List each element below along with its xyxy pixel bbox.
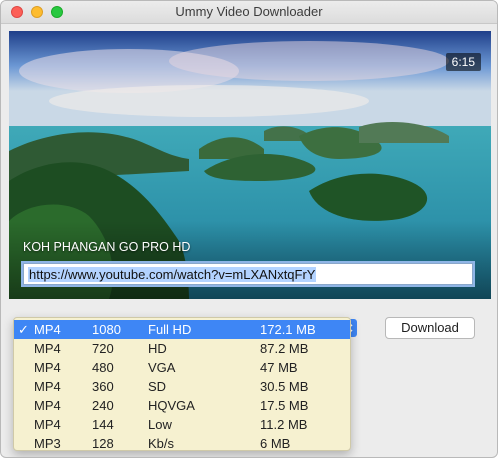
format-size: 47 MB [260,360,298,375]
format-resolution: 128 [92,436,114,451]
format-option-mp3-128[interactable]: MP3 128 Kb/s 6 MB [14,434,350,453]
thumbnail-image [9,31,491,299]
format-option-mp4-480[interactable]: MP4 480 VGA 47 MB [14,358,350,377]
format-option-mp4-240[interactable]: MP4 240 HQVGA 17.5 MB [14,396,350,415]
format-type: MP4 [34,322,61,337]
url-text: https://www.youtube.com/watch?v=mLXANxtq… [28,267,317,282]
format-quality: SD [148,379,167,394]
format-resolution: 144 [92,417,114,432]
format-resolution: 720 [92,341,114,356]
format-type: MP4 [34,341,61,356]
format-option-mp4-720[interactable]: MP4 720 HD 87.2 MB [14,339,350,358]
title-bar[interactable]: Ummy Video Downloader [1,1,497,24]
format-type: MP4 [34,398,61,413]
video-title: KOH PHANGAN GO PRO HD [23,240,191,254]
format-menu: ✓ MP4 1080 Full HD 172.1 MB MP4 720 HD 8… [13,317,351,451]
format-quality: Low [148,417,172,432]
format-size: 6 MB [260,436,291,451]
format-type: MP4 [34,360,61,375]
format-size: 30.5 MB [260,379,309,394]
download-button[interactable]: Download [385,317,475,339]
format-option-mp4-360[interactable]: MP4 360 SD 30.5 MB [14,377,350,396]
checkmark-icon: ✓ [18,322,29,337]
format-type: MP4 [34,417,61,432]
format-quality: HD [148,341,167,356]
format-resolution: 360 [92,379,114,394]
format-size: 17.5 MB [260,398,309,413]
format-quality: VGA [148,360,176,375]
format-option-mp4-1080[interactable]: ✓ MP4 1080 Full HD 172.1 MB [14,320,350,339]
format-size: 87.2 MB [260,341,309,356]
video-thumbnail: 6:15 KOH PHANGAN GO PRO HD [9,31,491,299]
format-resolution: 240 [92,398,114,413]
format-quality: HQVGA [148,398,195,413]
format-resolution: 1080 [92,322,121,337]
format-quality: Kb/s [148,436,175,451]
format-resolution: 480 [92,360,114,375]
format-type: MP3 [34,436,61,451]
format-size: 11.2 MB [260,417,308,432]
window-title: Ummy Video Downloader [175,4,323,19]
format-type: MP4 [34,379,61,394]
format-quality: Full HD [148,322,192,337]
format-option-mp4-144[interactable]: MP4 144 Low 11.2 MB [14,415,350,434]
format-size: 172.1 MB [260,322,316,337]
url-input[interactable]: https://www.youtube.com/watch?v=mLXANxtq… [23,263,473,285]
duration-badge: 6:15 [445,53,481,71]
app-window: Ummy Video Downloader 6:15 KOH PHANGAN G… [0,0,498,458]
